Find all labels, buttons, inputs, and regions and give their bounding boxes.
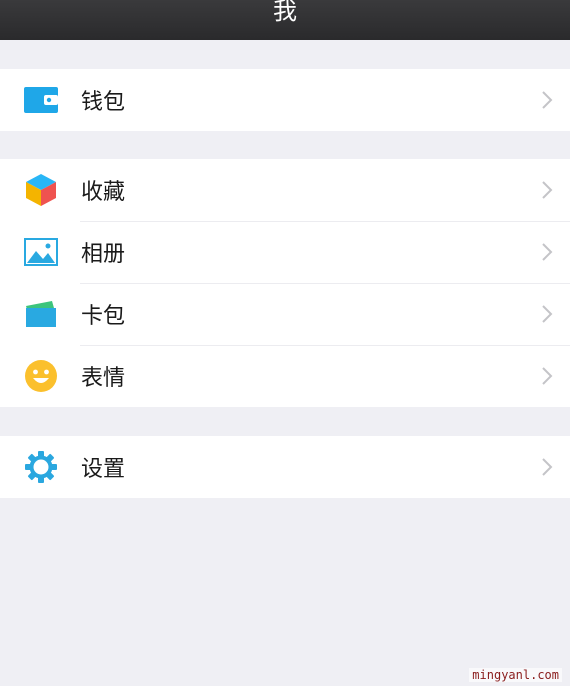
chevron-right-icon xyxy=(542,91,553,109)
smiley-face-icon xyxy=(22,357,60,395)
menu-group-wallet: 钱包 xyxy=(0,69,570,131)
menu-item-label: 相册 xyxy=(81,242,126,267)
watermark: mingyanl.com xyxy=(469,668,562,682)
chevron-right-icon xyxy=(542,305,553,323)
menu-item-label: 卡包 xyxy=(81,304,126,329)
menu-group-collections: 收藏 相册 卡包 表情 xyxy=(0,159,570,407)
menu-item-label: 设置 xyxy=(81,457,126,482)
menu-item-favorites[interactable]: 收藏 xyxy=(0,159,570,221)
chevron-right-icon xyxy=(542,181,553,199)
menu-item-label: 收藏 xyxy=(81,180,126,205)
page-title: 我 xyxy=(273,0,297,25)
navigation-bar: 我 xyxy=(0,0,570,40)
favorites-cube-icon xyxy=(22,171,60,209)
chevron-right-icon xyxy=(542,367,553,385)
menu-item-label: 表情 xyxy=(81,366,126,391)
menu-item-album[interactable]: 相册 xyxy=(0,221,570,283)
chevron-right-icon xyxy=(542,458,553,476)
menu-item-wallet[interactable]: 钱包 xyxy=(0,69,570,131)
chevron-right-icon xyxy=(542,243,553,261)
card-wallet-icon xyxy=(22,295,60,333)
menu-item-label: 钱包 xyxy=(81,90,126,115)
settings-gear-icon xyxy=(22,448,60,486)
menu-item-stickers[interactable]: 表情 xyxy=(0,345,570,407)
menu-group-settings: 设置 xyxy=(0,436,570,498)
album-photo-icon xyxy=(22,233,60,271)
menu-item-settings[interactable]: 设置 xyxy=(0,436,570,498)
wallet-icon xyxy=(22,81,60,119)
menu-item-card-wallet[interactable]: 卡包 xyxy=(0,283,570,345)
